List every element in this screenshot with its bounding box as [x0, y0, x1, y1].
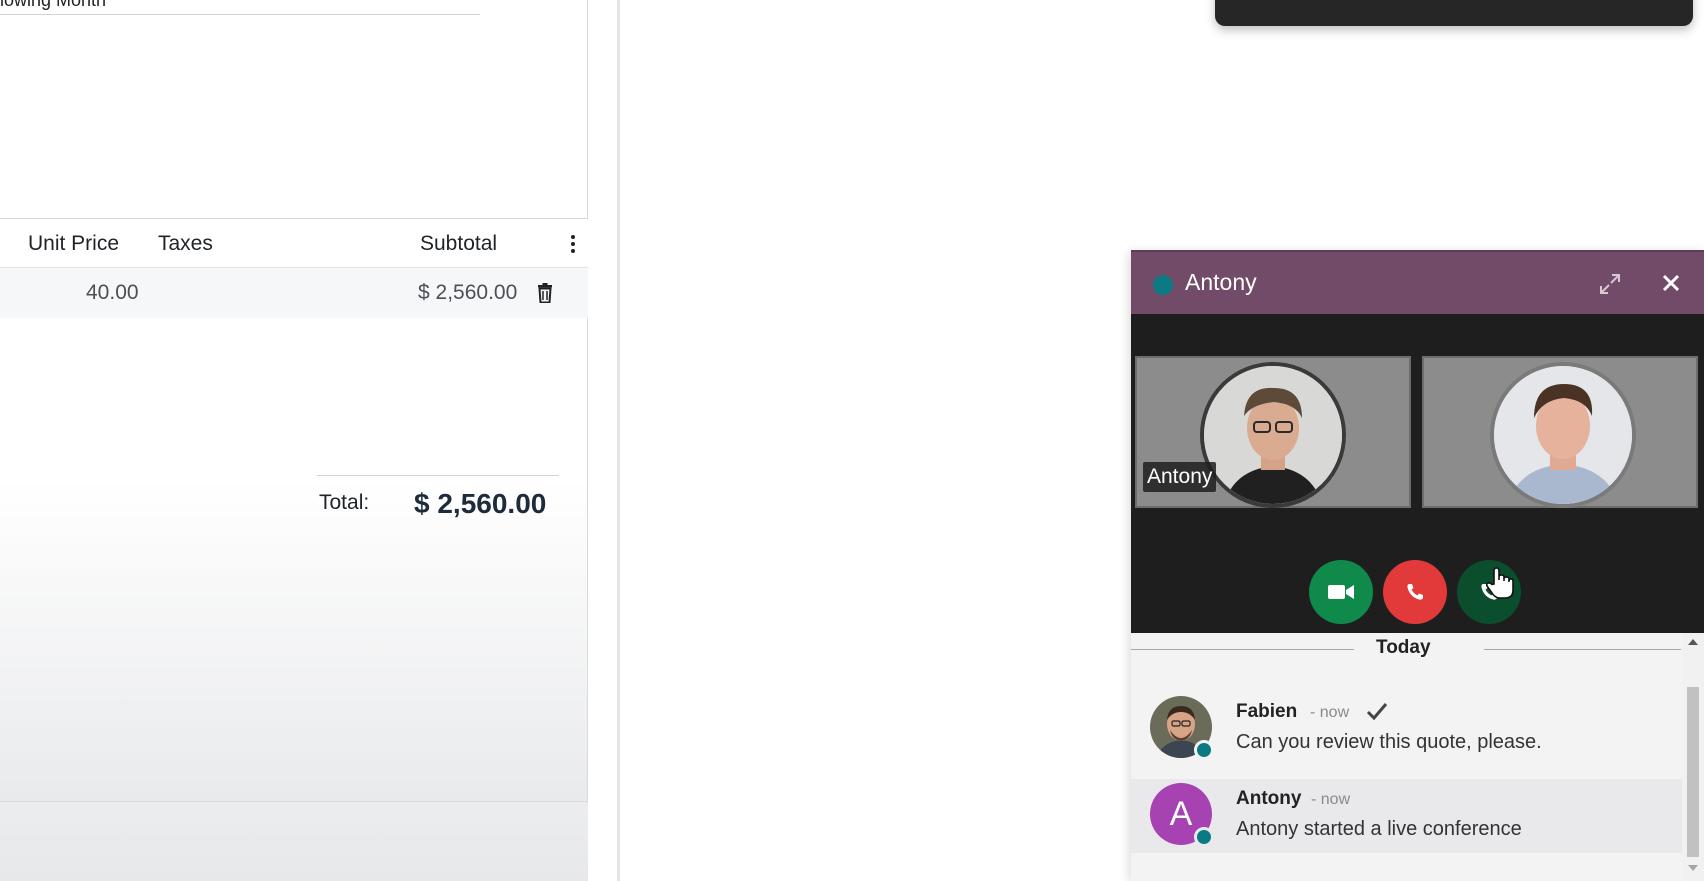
- participant-name: Antony: [1143, 462, 1217, 492]
- chat-title[interactable]: Antony: [1185, 269, 1257, 296]
- form-view: lowing Month Unit Price Taxes Subtotal 4…: [0, 0, 588, 881]
- scroll-up-icon[interactable]: [1688, 639, 1698, 645]
- column-options-icon[interactable]: [570, 235, 576, 253]
- hand-cursor-icon: [1485, 567, 1514, 599]
- message[interactable]: Fabien - now Can you review this quote, …: [1131, 683, 1682, 765]
- message-body: Antony started a live conference: [1236, 818, 1522, 840]
- hang-up-button[interactable]: [1383, 560, 1447, 624]
- participant-tile[interactable]: [1422, 356, 1698, 508]
- message-author[interactable]: Antony: [1236, 788, 1301, 810]
- online-status-icon: [1153, 275, 1173, 295]
- scrollbar-thumb[interactable]: [1687, 687, 1699, 857]
- subtotal-cell: $ 2,560.00: [418, 281, 518, 304]
- total-amount: $ 2,560.00: [414, 488, 547, 519]
- date-separator: Today: [1131, 633, 1704, 667]
- message-time: - now: [1311, 791, 1351, 808]
- chatter-divider: [617, 0, 620, 881]
- close-icon[interactable]: [1661, 273, 1681, 293]
- column-taxes[interactable]: Taxes: [158, 232, 213, 256]
- order-lines-header: Unit Price Taxes Subtotal: [0, 218, 588, 268]
- chat-window: Antony Antony Today Fabien - now Can you…: [1131, 250, 1704, 881]
- message-author[interactable]: Fabien: [1236, 701, 1297, 723]
- camera-button[interactable]: [1309, 560, 1373, 624]
- scroll-down-icon[interactable]: [1688, 865, 1698, 871]
- message-time: - now: [1310, 704, 1350, 721]
- form-sheet: lowing Month Unit Price Taxes Subtotal 4…: [0, 0, 588, 802]
- hang-up-icon: [1407, 584, 1423, 600]
- online-status-icon: [1194, 740, 1214, 760]
- column-unit-price[interactable]: Unit Price: [28, 232, 119, 256]
- participant-tile[interactable]: Antony: [1135, 356, 1411, 508]
- unit-price-cell[interactable]: 40.00: [86, 281, 139, 305]
- online-status-icon: [1194, 827, 1214, 847]
- avatar: [1490, 362, 1636, 508]
- table-row[interactable]: 40.00 $ 2,560.00: [0, 268, 588, 318]
- camera-icon: [1328, 585, 1354, 599]
- message[interactable]: A Antony - now Antony started a live con…: [1131, 779, 1682, 853]
- chat-header[interactable]: Antony: [1131, 250, 1704, 314]
- message-body: Can you review this quote, please.: [1236, 731, 1542, 753]
- date-label: Today: [1376, 637, 1431, 658]
- scrollbar[interactable]: [1682, 633, 1704, 881]
- trash-icon[interactable]: [537, 283, 553, 303]
- total-divider: [317, 475, 559, 476]
- terms-text: lowing Month: [0, 0, 107, 10]
- column-subtotal[interactable]: Subtotal: [420, 232, 497, 256]
- avatar: [1200, 362, 1346, 508]
- call-view: Antony: [1131, 314, 1704, 633]
- expand-icon[interactable]: [1598, 272, 1622, 296]
- call-notification: [1215, 0, 1693, 26]
- divider: [0, 14, 480, 15]
- total-label: Total:: [319, 491, 370, 514]
- check-icon: [1366, 703, 1388, 721]
